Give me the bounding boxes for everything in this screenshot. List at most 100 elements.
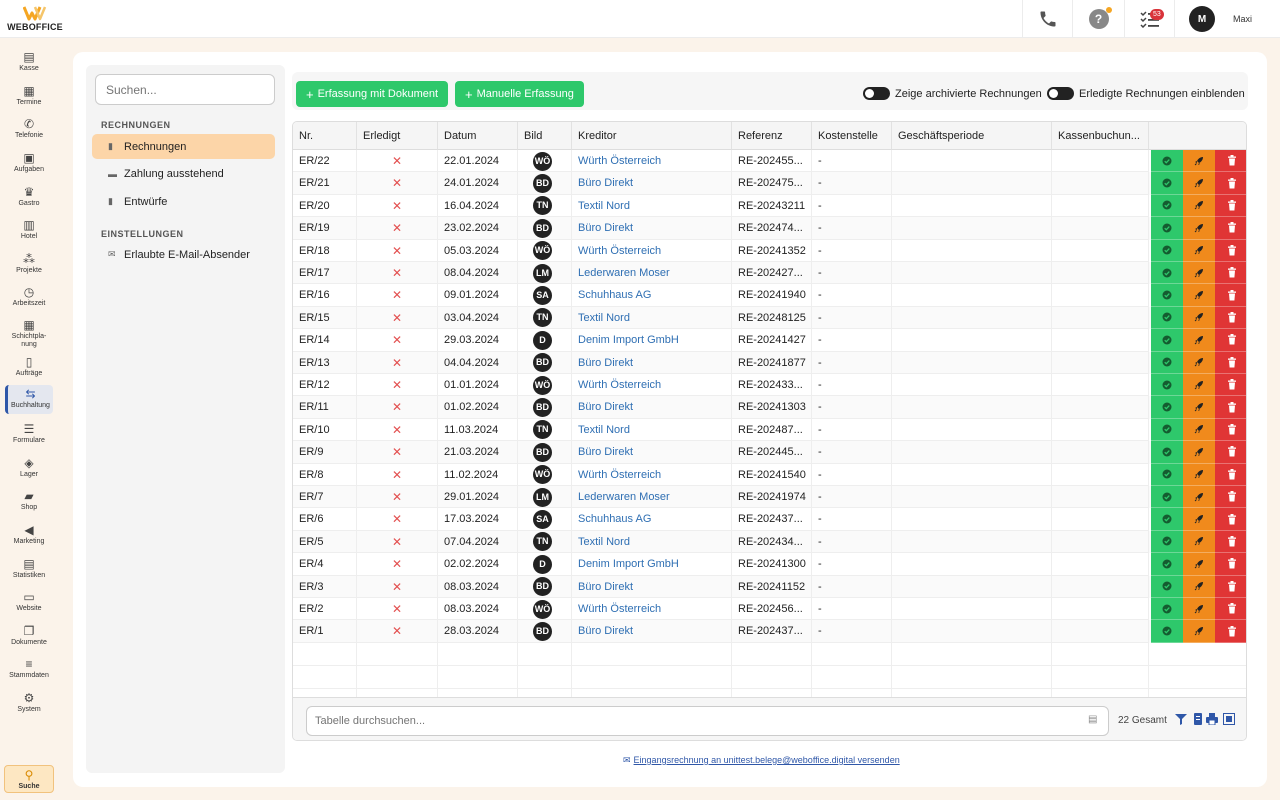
col-kreditor-cell[interactable]: Textil Nord (572, 194, 732, 218)
approve-button[interactable] (1151, 396, 1183, 419)
approve-button[interactable] (1151, 553, 1183, 576)
table-row[interactable]: ER/8 ✕ 11.02.2024 WÖ Würth Österreich RE-2024… (293, 463, 1246, 486)
col-kreditor-cell[interactable]: Lederwaren Moser (572, 486, 732, 509)
table-row[interactable]: ER/7 ✕ 29.01.2024 LM Lederwaren Moser RE-2024… (293, 486, 1246, 509)
nav-schichtplanung[interactable]: ▦ Schichtpla-nung (4, 316, 54, 350)
delete-button[interactable] (1215, 374, 1246, 397)
book-button[interactable] (1183, 620, 1215, 643)
delete-button[interactable] (1215, 194, 1246, 218)
book-button[interactable] (1183, 194, 1215, 218)
book-button[interactable] (1183, 306, 1215, 330)
manual-capture-button[interactable]: + Manuelle Erfassung (455, 81, 584, 107)
creditor-image-badge[interactable]: TN (533, 532, 552, 552)
menu-item-zahlung-ausstehend[interactable]: ▬ Zahlung ausstehend (92, 161, 275, 186)
table-row[interactable]: ER/1 ✕ 28.03.2024 BD Büro Direkt RE-202437...… (293, 620, 1246, 643)
book-button[interactable] (1183, 262, 1215, 285)
approve-button[interactable] (1151, 486, 1183, 509)
nav-aufgaben[interactable]: ▣ Aufgaben (4, 149, 54, 179)
approve-button[interactable] (1151, 217, 1183, 240)
nav-buchhaltung[interactable]: ⇆ Buchhaltung (5, 385, 53, 414)
col-kreditor-cell[interactable]: Büro Direkt (572, 217, 732, 240)
delete-button[interactable] (1215, 284, 1246, 307)
nav-statistiken[interactable]: ▤ Statistiken (4, 555, 54, 585)
creditor-image-badge[interactable]: TN (533, 196, 552, 216)
col-kostenstelle-header[interactable]: Kostenstelle (812, 122, 892, 150)
creditor-image-badge[interactable]: WÖ (533, 151, 552, 171)
col-kreditor-cell[interactable]: Textil Nord (572, 530, 732, 554)
col-kreditor-header[interactable]: Kreditor (572, 122, 732, 150)
book-button[interactable] (1183, 486, 1215, 509)
approve-button[interactable] (1151, 194, 1183, 218)
menu-item-rechnungen[interactable]: ▮ Rechnungen (92, 134, 275, 159)
columns-icon[interactable] (1223, 713, 1235, 725)
phone-button[interactable] (1022, 0, 1072, 38)
table-row[interactable]: ER/4 ✕ 02.02.2024 D Denim Import GmbH RE-2024… (293, 553, 1246, 576)
nav-termine[interactable]: ▦ Termine (4, 82, 54, 112)
approve-button[interactable] (1151, 575, 1183, 598)
table-row[interactable]: ER/3 ✕ 08.03.2024 BD Büro Direkt RE-20241152- (293, 575, 1246, 598)
col-kreditor-cell[interactable]: Würth Österreich (572, 239, 732, 262)
approve-button[interactable] (1151, 530, 1183, 554)
col-kreditor-cell[interactable]: Büro Direkt (572, 396, 732, 419)
table-row[interactable]: ER/18 ✕ 05.03.2024 WÖ Würth Österreich RE-202… (293, 239, 1246, 262)
help-button[interactable]: ? (1072, 0, 1124, 38)
creditor-image-badge[interactable]: BD (533, 621, 552, 641)
export-excel-icon[interactable] (1192, 713, 1204, 725)
delete-button[interactable] (1215, 172, 1246, 195)
menu-item-email-senders[interactable]: ✉ Erlaubte E-Mail-Absender (92, 242, 275, 267)
table-row[interactable]: ER/11 ✕ 01.02.2024 BD Büro Direkt RE-20241303… (293, 396, 1246, 419)
col-nr-header[interactable]: Nr. (293, 122, 357, 150)
col-kreditor-cell[interactable]: Schuhhaus AG (572, 508, 732, 531)
table-row[interactable]: ER/22 ✕ 22.01.2024 WÖ Würth Österreich RE-202… (293, 150, 1246, 173)
col-kreditor-cell[interactable]: Schuhhaus AG (572, 284, 732, 307)
creditor-image-badge[interactable]: LM (533, 487, 552, 507)
nav-gastro[interactable]: ♛ Gastro (4, 183, 54, 213)
approve-button[interactable] (1151, 150, 1183, 173)
table-row[interactable]: ER/5 ✕ 07.04.2024 TN Textil Nord RE-202434...… (293, 530, 1246, 554)
creditor-image-badge[interactable]: D (533, 554, 552, 574)
col-kreditor-cell[interactable]: Würth Österreich (572, 463, 732, 486)
delete-button[interactable] (1215, 306, 1246, 330)
delete-button[interactable] (1215, 486, 1246, 509)
nav-system[interactable]: ⚙ System (4, 689, 54, 719)
creditor-image-badge[interactable]: BD (533, 577, 552, 597)
nav-search-button[interactable]: ⚲ Suche (4, 765, 54, 793)
nav-kasse[interactable]: ▤ Kasse (4, 48, 54, 78)
nav-telefonie[interactable]: ✆ Telefonie (4, 115, 54, 145)
creditor-image-badge[interactable]: LM (533, 263, 552, 283)
nav-formulare[interactable]: ☰ Formulare (4, 420, 54, 450)
delete-button[interactable] (1215, 553, 1246, 576)
table-row[interactable]: ER/6 ✕ 17.03.2024 SA Schuhhaus AG RE-202437..… (293, 508, 1246, 531)
book-button[interactable] (1183, 598, 1215, 621)
approve-button[interactable] (1151, 418, 1183, 442)
table-search-input[interactable] (306, 706, 1109, 736)
nav-projekte[interactable]: ⁂ Projekte (4, 250, 54, 280)
delete-button[interactable] (1215, 530, 1246, 554)
book-button[interactable] (1183, 508, 1215, 531)
approve-button[interactable] (1151, 172, 1183, 195)
book-button[interactable] (1183, 418, 1215, 442)
creditor-image-badge[interactable]: BD (533, 353, 552, 373)
table-row[interactable]: ER/10 ✕ 11.03.2024 TN Textil Nord RE-202487..… (293, 418, 1246, 442)
table-row[interactable]: ER/9 ✕ 21.03.2024 BD Büro Direkt RE-202445...… (293, 441, 1246, 464)
approve-button[interactable] (1151, 441, 1183, 464)
table-row[interactable]: ER/14 ✕ 29.03.2024 D Denim Import GmbH RE-202… (293, 329, 1246, 352)
delete-button[interactable] (1215, 441, 1246, 464)
approve-button[interactable] (1151, 463, 1183, 486)
creditor-image-badge[interactable]: TN (533, 420, 552, 440)
col-kreditor-cell[interactable]: Textil Nord (572, 418, 732, 442)
delete-button[interactable] (1215, 262, 1246, 285)
nav-dokumente[interactable]: ❐ Dokumente (4, 622, 54, 652)
delete-button[interactable] (1215, 239, 1246, 262)
delete-button[interactable] (1215, 508, 1246, 531)
delete-button[interactable] (1215, 575, 1246, 598)
table-row[interactable]: ER/21 ✕ 24.01.2024 BD Büro Direkt RE-202475..… (293, 172, 1246, 195)
col-kreditor-cell[interactable]: Büro Direkt (572, 620, 732, 643)
col-kreditor-cell[interactable]: Würth Österreich (572, 150, 732, 173)
col-kreditor-cell[interactable]: Textil Nord (572, 306, 732, 330)
book-button[interactable] (1183, 374, 1215, 397)
creditor-image-badge[interactable]: WÖ (533, 241, 552, 261)
approve-button[interactable] (1151, 598, 1183, 621)
approve-button[interactable] (1151, 239, 1183, 262)
table-row[interactable]: ER/19 ✕ 23.02.2024 BD Büro Direkt RE-202474..… (293, 217, 1246, 240)
